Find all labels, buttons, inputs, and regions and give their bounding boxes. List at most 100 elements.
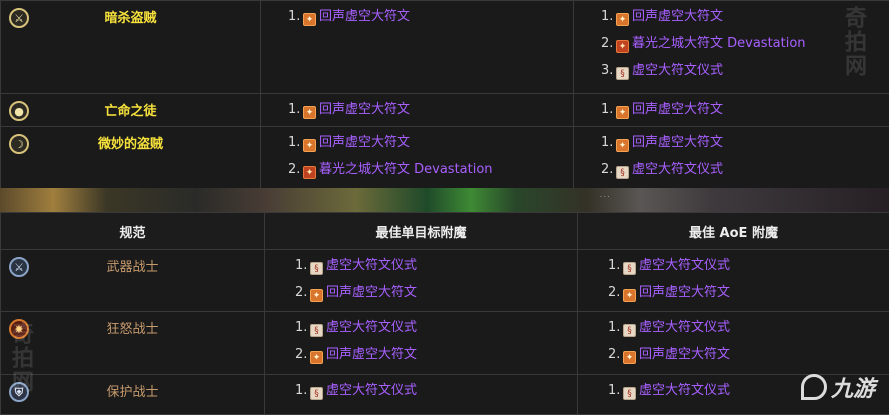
spec-name: 亡命之徒 [104, 94, 156, 119]
logo-text: 九游 [831, 371, 875, 403]
site-watermark: 奇拍网 [837, 6, 869, 78]
rune-link[interactable]: 虚空大符文仪式 [639, 258, 730, 273]
rank-number: 2. [608, 344, 623, 366]
rank-number: 1. [288, 6, 303, 28]
spec-name: 保护战士 [106, 375, 158, 400]
single-target-cell: 1.✦回声虚空大符文 [261, 94, 574, 127]
list-item: 1.✦回声虚空大符文 [601, 132, 889, 159]
list-item: 2.✦回声虚空大符文 [295, 344, 577, 371]
list-item: 1.§虚空大符文仪式 [608, 255, 889, 282]
scroll-icon: § [616, 166, 629, 179]
single-target-cell: 1.§虚空大符文仪式 2.✦回声虚空大符文 [265, 250, 578, 312]
rune-link[interactable]: 虚空大符文仪式 [639, 320, 730, 335]
rune-link[interactable]: 回声虚空大符文 [639, 285, 730, 300]
jiuyou-logo: 九游 [801, 371, 875, 403]
spec-name: 狂怒战士 [106, 312, 158, 337]
rank-number: 2. [608, 282, 623, 304]
rune-link[interactable]: 回声虚空大符文 [632, 9, 723, 24]
aoe-cell: 1.§虚空大符文仪式 2.✦回声虚空大符文 [578, 312, 889, 375]
rune-link[interactable]: 回声虚空大符文 [326, 347, 417, 362]
scroll-icon: § [310, 324, 323, 337]
spec-cell: ⚔ 武器战士 [1, 250, 265, 312]
warrior-enchant-table: 规范 最佳单目标附魔 最佳 AoE 附魔 ⚔ 武器战士 1.§虚空大符文仪式 2… [0, 212, 889, 415]
table-row: ⚔ 武器战士 1.§虚空大符文仪式 2.✦回声虚空大符文 1.§虚空大符文仪式 … [1, 250, 889, 312]
rank-number: 2. [295, 282, 310, 304]
table-header: 规范 最佳单目标附魔 最佳 AoE 附魔 [1, 213, 889, 250]
list-item: 2.✦回声虚空大符文 [608, 282, 889, 309]
sword-icon: ⚔ [9, 257, 29, 277]
list-item: 2.✦回声虚空大符文 [608, 344, 889, 371]
rank-number: 3. [601, 60, 616, 82]
single-target-cell: 1.✦回声虚空大符文 2.✦暮光之城大符文 Devastation [261, 127, 574, 189]
rank-number: 1. [608, 255, 623, 277]
list-item: 1.§虚空大符文仪式 [608, 317, 889, 344]
list-item: 1.✦回声虚空大符文 [288, 99, 573, 126]
scroll-icon: § [623, 324, 636, 337]
rune-link[interactable]: 回声虚空大符文 [319, 9, 410, 24]
spec-name: 暗杀盗贼 [104, 1, 156, 26]
rune-link[interactable]: 回声虚空大符文 [632, 135, 723, 150]
rune-link[interactable]: 虚空大符文仪式 [632, 162, 723, 177]
rune-icon: ✦ [310, 289, 323, 302]
header-aoe: 最佳 AoE 附魔 [578, 213, 889, 250]
rank-number: 1. [601, 132, 616, 154]
rank-number: 1. [295, 380, 310, 402]
rank-number: 1. [601, 99, 616, 121]
list-item: 1.§虚空大符文仪式 [295, 380, 577, 407]
list-item: 2.§虚空大符文仪式 [601, 159, 889, 186]
spec-cell: ● 亡命之徒 [1, 94, 261, 127]
rune-link[interactable]: 回声虚空大符文 [326, 285, 417, 300]
rune-link[interactable]: 虚空大符文仪式 [326, 383, 417, 398]
scroll-icon: § [623, 387, 636, 400]
spec-cell: ⛨ 保护战士 [1, 375, 265, 415]
table-row: ⛨ 保护战士 1.§虚空大符文仪式 1.§虚空大符文仪式 [1, 375, 889, 415]
site-watermark: 奇拍网 [4, 322, 36, 394]
scroll-icon: § [616, 67, 629, 80]
rune-icon: ✦ [616, 40, 629, 53]
table-row: ☽ 微妙的盗贼 1.✦回声虚空大符文 2.✦暮光之城大符文 Devastatio… [1, 127, 889, 189]
rune-link[interactable]: 回声虚空大符文 [319, 135, 410, 150]
rogue-enchant-table: ⚔ 暗杀盗贼 1.✦回声虚空大符文 1.✦回声虚空大符文 2.✦暮光之城大符文 … [0, 0, 889, 189]
single-target-cell: 1.✦回声虚空大符文 [261, 1, 574, 94]
banner-decoration: · · · [600, 194, 610, 201]
scroll-icon: § [310, 387, 323, 400]
single-target-cell: 1.§虚空大符文仪式 2.✦回声虚空大符文 [265, 312, 578, 375]
aoe-cell: 1.✦回声虚空大符文 2.§虚空大符文仪式 [574, 127, 889, 189]
spec-name: 武器战士 [106, 250, 158, 275]
rank-number: 1. [608, 317, 623, 339]
table-row: ⚔ 暗杀盗贼 1.✦回声虚空大符文 1.✦回声虚空大符文 2.✦暮光之城大符文 … [1, 1, 889, 94]
list-item: 1.§虚空大符文仪式 [295, 317, 577, 344]
scroll-icon: § [623, 262, 636, 275]
rune-link[interactable]: 回声虚空大符文 [639, 347, 730, 362]
rune-link[interactable]: 虚空大符文仪式 [326, 258, 417, 273]
rune-link[interactable]: 虚空大符文仪式 [326, 320, 417, 335]
rune-icon: ✦ [616, 106, 629, 119]
rune-link[interactable]: 暮光之城大符文 Devastation [632, 36, 806, 51]
rank-number: 1. [601, 6, 616, 28]
spec-name: 微妙的盗贼 [98, 127, 163, 152]
list-item: 2.✦回声虚空大符文 [295, 282, 577, 309]
rune-icon: ✦ [616, 139, 629, 152]
rune-icon: ✦ [310, 351, 323, 364]
table-row: ✸ 狂怒战士 1.§虚空大符文仪式 2.✦回声虚空大符文 1.§虚空大符文仪式 … [1, 312, 889, 375]
rank-number: 1. [288, 132, 303, 154]
rank-number: 2. [601, 159, 616, 181]
rune-link[interactable]: 回声虚空大符文 [632, 102, 723, 117]
single-target-cell: 1.§虚空大符文仪式 [265, 375, 578, 415]
rune-link[interactable]: 虚空大符文仪式 [639, 383, 730, 398]
rank-number: 2. [295, 344, 310, 366]
spec-cell: ☽ 微妙的盗贼 [1, 127, 261, 189]
rune-link[interactable]: 暮光之城大符文 Devastation [319, 162, 493, 177]
header-single-target: 最佳单目标附魔 [265, 213, 578, 250]
rune-icon: ✦ [623, 351, 636, 364]
rune-icon: ✦ [303, 106, 316, 119]
rank-number: 1. [288, 99, 303, 121]
spec-cell: ✸ 狂怒战士 [1, 312, 265, 375]
scroll-icon: § [310, 262, 323, 275]
class-banner-image: · · · [0, 188, 889, 212]
crossed-daggers-icon: ⚔ [9, 8, 29, 28]
list-item: 1.✦回声虚空大符文 [288, 6, 573, 33]
rank-number: 1. [608, 380, 623, 402]
rune-link[interactable]: 虚空大符文仪式 [632, 63, 723, 78]
rune-link[interactable]: 回声虚空大符文 [319, 102, 410, 117]
